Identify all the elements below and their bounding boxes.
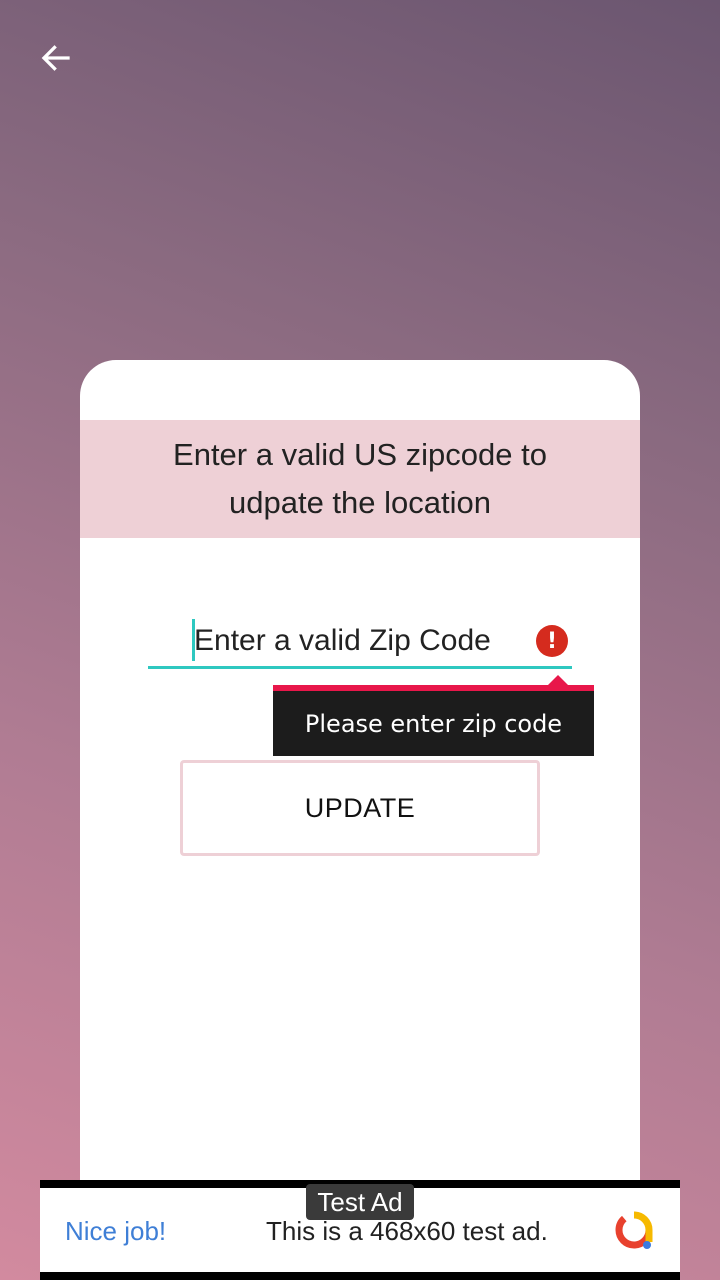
error-exclamation-icon: !: [536, 625, 568, 657]
test-ad-label: Test Ad: [306, 1184, 414, 1220]
text-cursor: [192, 619, 195, 661]
tooltip-arrow: [548, 675, 568, 685]
back-button[interactable]: [34, 36, 78, 80]
error-message: Please enter zip code: [304, 709, 563, 738]
zipcode-card: Enter a valid US zipcode to udpate the l…: [80, 360, 640, 1240]
ad-nice-text: Nice job!: [65, 1216, 167, 1246]
card-title-text: Enter a valid US zipcode to udpate the l…: [173, 437, 547, 520]
update-button[interactable]: UPDATE: [180, 760, 540, 856]
ad-text: This is a 468x60 test ad.: [266, 1216, 548, 1246]
zip-field-wrapper: !: [148, 615, 572, 671]
card-title: Enter a valid US zipcode to udpate the l…: [80, 420, 640, 538]
error-tooltip: Please enter zip code: [273, 685, 594, 756]
ad-logo-icon: [615, 1211, 653, 1249]
zip-input[interactable]: [148, 615, 572, 669]
arrow-left-icon: [41, 45, 70, 71]
